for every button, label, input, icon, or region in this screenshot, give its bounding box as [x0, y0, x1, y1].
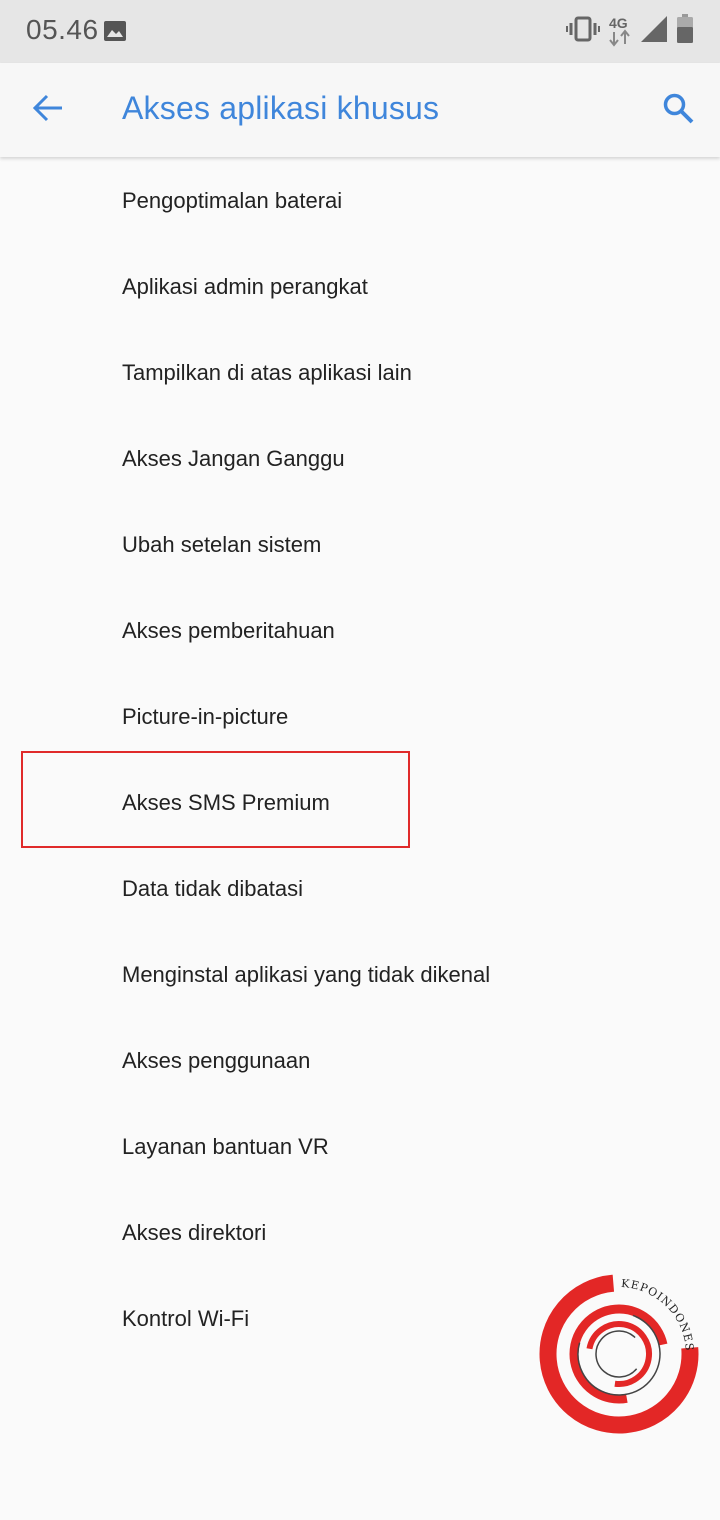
list-item-picture-in-picture[interactable]: Picture-in-picture: [0, 674, 720, 760]
list-item-label: Kontrol Wi-Fi: [122, 1306, 250, 1331]
list-item-menginstal-aplikasi-yang-tidak-dikenal[interactable]: Menginstal aplikasi yang tidak dikenal: [0, 932, 720, 1018]
list-item-label: Menginstal aplikasi yang tidak dikenal: [122, 962, 491, 987]
back-button[interactable]: [22, 84, 74, 136]
screen: 05.46 4G Akses aplikasi khusus Pengoptim…: [0, 0, 720, 1520]
arrow-back-icon: [32, 92, 64, 129]
network-type-icon: 4G: [608, 14, 632, 48]
list-item-akses-pemberitahuan[interactable]: Akses pemberitahuan: [0, 588, 720, 674]
status-icons: 4G: [558, 13, 694, 49]
list-item-label: Akses pemberitahuan: [122, 618, 335, 643]
app-toolbar: Akses aplikasi khusus: [0, 63, 720, 157]
search-button[interactable]: [652, 84, 704, 136]
list-item-label: Tampilkan di atas aplikasi lain: [122, 360, 412, 385]
battery-icon: [676, 13, 694, 49]
list-item-label: Akses Jangan Ganggu: [122, 446, 345, 471]
list-item-aplikasi-admin-perangkat[interactable]: Aplikasi admin perangkat: [0, 244, 720, 330]
list-item-layanan-bantuan-vr[interactable]: Layanan bantuan VR: [0, 1104, 720, 1190]
list-item-label: Picture-in-picture: [122, 704, 289, 729]
list-item-label: Akses direktori: [122, 1220, 267, 1245]
list-item-tampilkan-di-atas-aplikasi-lain[interactable]: Tampilkan di atas aplikasi lain: [0, 330, 720, 416]
status-time: 05.46: [26, 14, 99, 45]
watermark-logo: KEPOINDONESIA: [533, 1263, 700, 1435]
list-item-label: Aplikasi admin perangkat: [122, 274, 368, 299]
image-icon: [103, 20, 127, 47]
list-item-pengoptimalan-baterai[interactable]: Pengoptimalan baterai: [0, 158, 720, 244]
list-item-ubah-setelan-sistem[interactable]: Ubah setelan sistem: [0, 502, 720, 588]
list-item-label: Ubah setelan sistem: [122, 532, 322, 557]
page-title: Akses aplikasi khusus: [122, 90, 440, 126]
list-item-akses-direktori[interactable]: Akses direktori: [0, 1190, 720, 1276]
list-item-label: Akses SMS Premium: [122, 790, 330, 815]
list-item-label: Akses penggunaan: [122, 1048, 311, 1073]
list-item-akses-sms-premium[interactable]: Akses SMS Premium: [0, 760, 720, 846]
list-item-akses-jangan-ganggu[interactable]: Akses Jangan Ganggu: [0, 416, 720, 502]
list-item-akses-penggunaan[interactable]: Akses penggunaan: [0, 1018, 720, 1104]
signal-icon: [640, 15, 668, 48]
status-bar: 05.46 4G: [0, 0, 720, 63]
list-item-data-tidak-dibatasi[interactable]: Data tidak dibatasi: [0, 846, 720, 932]
settings-list: Pengoptimalan baterai Aplikasi admin per…: [0, 158, 720, 1362]
list-item-label: Data tidak dibatasi: [122, 876, 303, 901]
search-icon: [662, 92, 694, 129]
list-item-label: Pengoptimalan baterai: [122, 188, 343, 213]
list-item-label: Layanan bantuan VR: [122, 1134, 329, 1159]
vibrate-icon: [566, 16, 600, 47]
